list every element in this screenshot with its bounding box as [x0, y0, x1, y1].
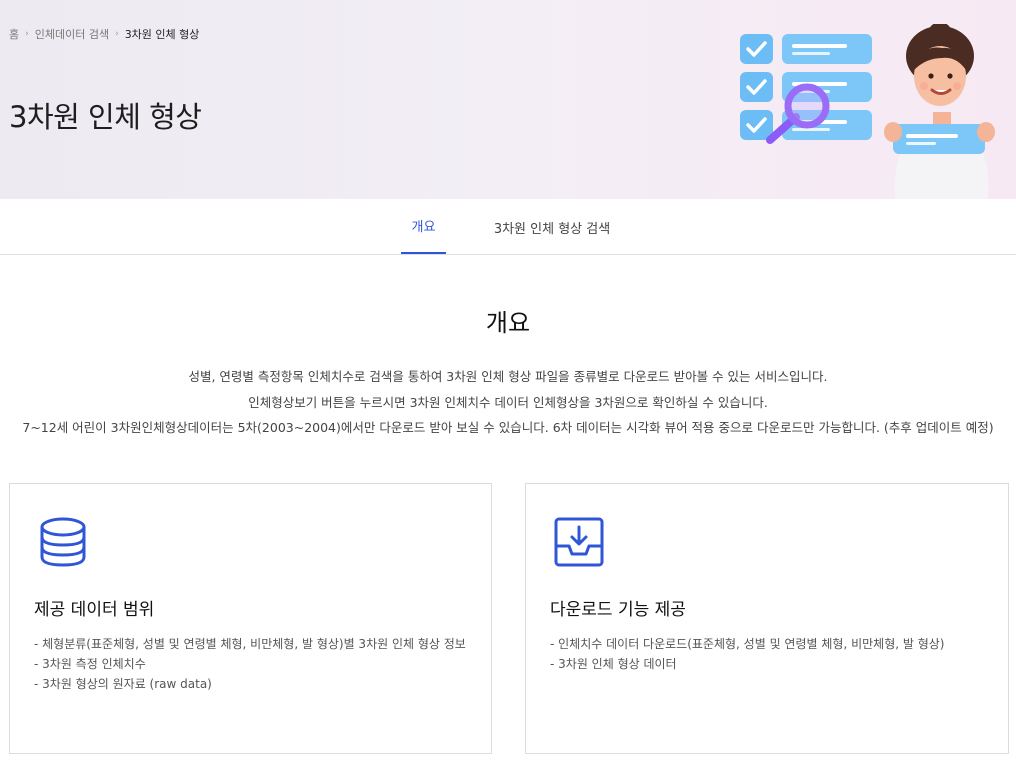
list-item: - 3차원 형상의 원자료 (raw data) — [34, 677, 212, 691]
list-item: - 인체치수 데이터 다운로드(표준체형, 성별 및 연령별 체형, 비만체형,… — [550, 637, 945, 651]
person-illustration — [884, 24, 995, 199]
download-tray-icon — [554, 517, 604, 567]
tab-overview[interactable]: 개요 — [401, 199, 446, 254]
chevron-right-icon: › — [115, 29, 119, 39]
description-line: 성별, 연령별 측정항목 인체치수로 검색을 통하여 3차원 인체 형상 파일을… — [188, 369, 828, 384]
card-item-list: - 인체치수 데이터 다운로드(표준체형, 성별 및 연령별 체형, 비만체형,… — [550, 634, 944, 674]
card-title: 다운로드 기능 제공 — [550, 600, 686, 620]
checklist-illustration — [740, 24, 995, 199]
hero-banner: 홈 › 인체데이터 검색 › 3차원 인체 형상 3차원 인체 형상 — [0, 0, 1016, 199]
section-title: 개요 — [485, 309, 531, 337]
description-line: 7~12세 어린이 3차원인체형상데이터는 5차(2003~2004)에서만 다… — [22, 420, 994, 435]
breadcrumb-current: 3차원 인체 형상 — [124, 28, 200, 41]
breadcrumb-home[interactable]: 홈 — [9, 26, 19, 42]
card-item-list: - 체형분류(표준체형, 성별 및 연령별 체형, 비만체형, 발 형상)별 3… — [34, 634, 466, 694]
card-data-scope: 제공 데이터 범위 - 체형분류(표준체형, 성별 및 연령별 체형, 비만체형… — [9, 483, 492, 754]
card-title: 제공 데이터 범위 — [34, 600, 155, 620]
overview-description: 성별, 연령별 측정항목 인체치수로 검색을 통하여 3차원 인체 형상 파일을… — [0, 364, 1016, 441]
page-title: 3차원 인체 형상 — [9, 100, 202, 134]
list-item: - 체형분류(표준체형, 성별 및 연령별 체형, 비만체형, 발 형상)별 3… — [34, 637, 466, 651]
card-download: 다운로드 기능 제공 - 인체치수 데이터 다운로드(표준체형, 성별 및 연령… — [525, 483, 1009, 754]
chevron-right-icon: › — [25, 29, 29, 39]
tab-3d-shape-search[interactable]: 3차원 인체 형상 검색 — [492, 199, 612, 255]
breadcrumb-parent[interactable]: 인체데이터 검색 — [35, 26, 109, 42]
breadcrumb: 홈 › 인체데이터 검색 › 3차원 인체 형상 — [9, 26, 199, 42]
list-item: - 3차원 인체 형상 데이터 — [550, 657, 677, 671]
list-item: - 3차원 측정 인체치수 — [34, 657, 146, 671]
database-icon — [40, 517, 86, 567]
description-line: 인체형상보기 버튼을 누르시면 3차원 인체치수 데이터 인체형상을 3차원으로… — [248, 394, 768, 410]
tab-bar: 개요 3차원 인체 형상 검색 — [0, 199, 1016, 255]
